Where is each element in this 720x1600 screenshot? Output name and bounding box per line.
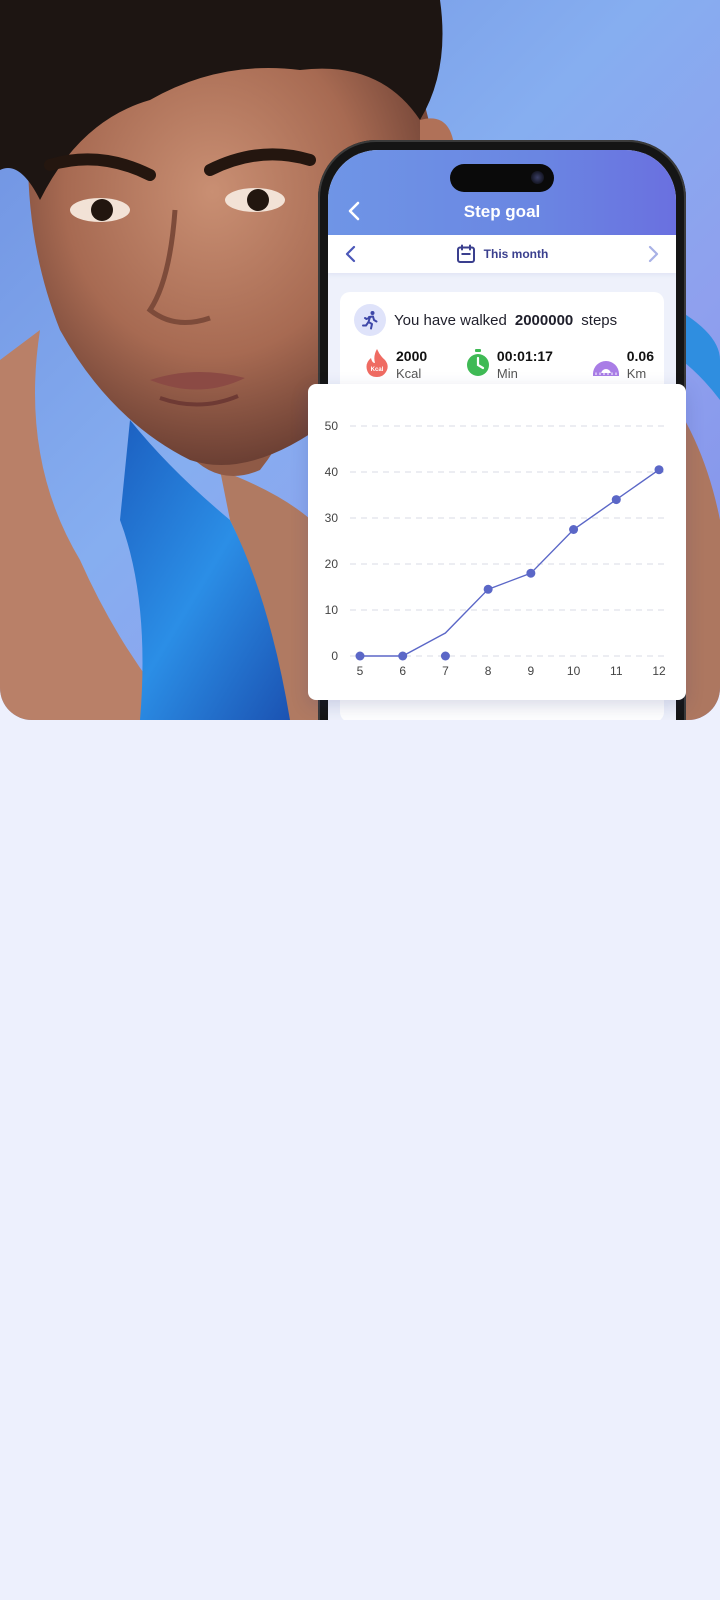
date-range-selector: This month [328,235,676,273]
dynamic-island [450,164,554,192]
calories-metric: Kcal 2000 Kcal [364,348,427,383]
hero-banner: Step goal This month You have walked 200… [0,0,720,720]
page-title: Step goal [463,202,541,221]
calendar-icon [456,244,475,263]
duration-unit: Min [496,366,518,381]
flame-icon: Kcal [366,349,388,377]
x-tick-label: 6 [399,664,406,678]
steps-suffix: steps [581,311,618,329]
running-person-icon [354,304,386,336]
x-tick-label: 12 [652,664,666,678]
camera-lens [531,171,544,184]
data-point [569,525,579,534]
y-tick-label: 40 [325,465,339,479]
y-tick-label: 50 [325,419,339,433]
duration-metric: 00:01:17 Min [465,348,553,383]
steps-summary: You have walked 2000000 steps [354,304,617,336]
x-tick-label: 11 [610,664,623,678]
steps-line-chart: 0 10 20 30 40 50 5 6 7 8 9 10 11 12 [325,419,668,678]
chevron-right-icon [648,245,659,263]
x-tick-label: 7 [442,664,449,678]
period-label: This month [483,247,549,261]
data-point [483,584,493,594]
x-tick-label: 10 [567,664,581,678]
y-tick-label: 30 [325,511,339,525]
period-label-group[interactable]: This month [328,235,676,273]
data-point [654,465,664,475]
calories-value: 2000 [396,348,428,364]
steps-chart-card: 0 10 20 30 40 50 5 6 7 8 9 10 11 12 [308,384,686,700]
distance-metric: 0.06 Km [591,348,654,383]
y-tick-label: 10 [325,603,339,617]
data-point [611,495,621,505]
data-point [355,651,365,661]
distance-value: 0.06 [626,348,654,364]
ruler-arc-icon [592,361,619,376]
y-tick-label: 0 [331,649,338,663]
duration-value: 00:01:17 [496,348,553,364]
x-tick-label: 9 [528,664,535,678]
steps-count: 2000000 [514,311,574,329]
x-tick-label: 8 [485,664,492,678]
metrics-row: Kcal 2000 Kcal 00:01:17 Min 0.06 Km [364,348,654,383]
y-tick-label: 20 [325,557,339,571]
svg-text:Kcal: Kcal [371,367,384,373]
data-point [440,651,450,661]
calories-unit: Kcal [396,366,422,381]
data-point [526,568,536,578]
x-tick-label: 5 [357,664,364,678]
distance-unit: Km [626,366,647,381]
app-header: Step goal [328,150,676,235]
next-period-button[interactable] [642,243,664,265]
stopwatch-icon [466,349,489,376]
data-point [398,651,408,661]
steps-prefix: You have walked [394,311,507,329]
